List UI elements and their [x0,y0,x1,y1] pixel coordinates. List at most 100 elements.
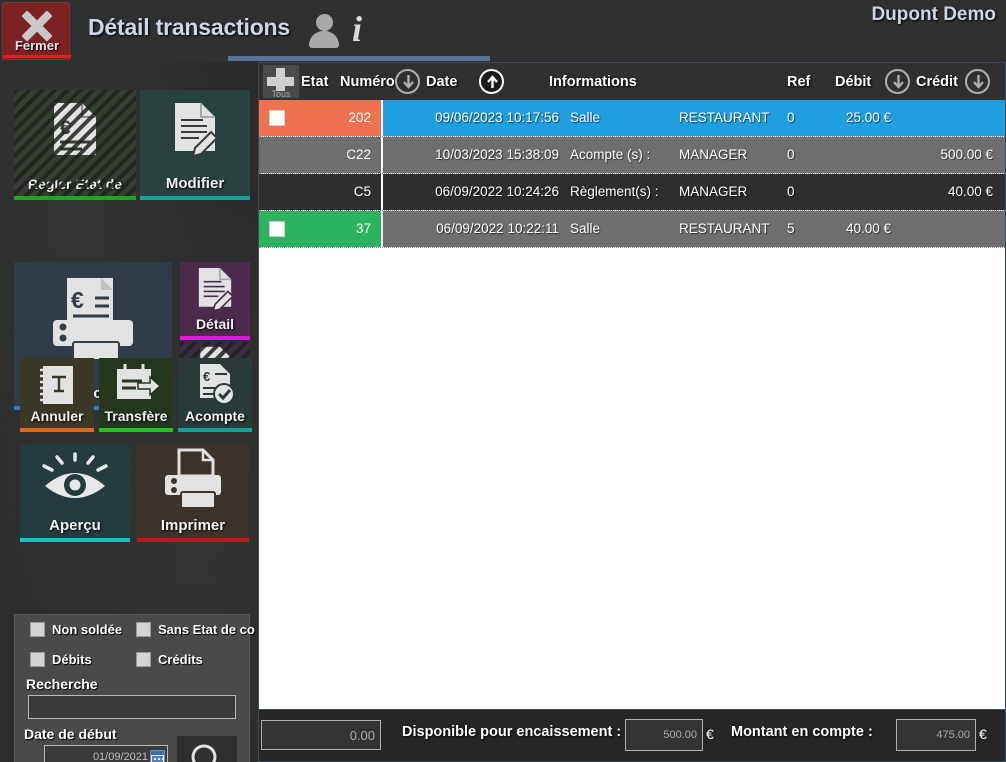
total-amount-box[interactable]: 0.00 [261,720,381,750]
table-row[interactable]: 37 06/09/2022 10:22:11 Salle RESTAURANT 5 40.… [259,211,1005,248]
magnifier-icon [177,742,237,762]
table-body: 202 09/06/2023 10:17:56 Salle RESTAURANT 0 25… [259,100,1005,709]
row-dest: MANAGER [679,184,748,199]
row-etat-cell[interactable]: 37 [259,211,381,247]
sidebar-tile-apercu[interactable]: Aperçu [20,444,130,542]
account-label: Montant en compte : [731,724,873,740]
sidebar-tile-transfere[interactable]: Transfère [99,358,173,432]
row-numero: C5 [353,184,371,199]
sort-date-arrow-up-icon[interactable] [479,69,504,94]
sidebar-tile-detail[interactable]: Détail [180,262,250,340]
close-button-accent [3,55,71,58]
sidebar-tile-label: Détail [195,316,235,332]
sidebar-tile-acompte[interactable]: € Acompte [178,358,252,432]
row-numero: 37 [355,221,371,236]
sidebar-tile-accent [14,196,136,200]
title-underline [228,56,490,61]
column-header-debit[interactable]: Débit [835,74,871,90]
close-x-icon [3,7,71,41]
row-infos: Acompte (s) : [570,147,651,162]
sort-debit-arrow-down-icon[interactable] [885,69,910,94]
select-all-button[interactable]: Tous [263,65,299,99]
svg-text:€: € [60,118,71,139]
checkbox-box[interactable] [136,622,151,637]
search-input[interactable] [28,695,236,719]
svg-text:€: € [203,369,210,384]
info-icon[interactable]: i [352,8,362,50]
available-amount-box[interactable]: 500.00 [625,719,703,751]
checkbox-debits[interactable]: Débits [30,652,92,667]
table-header: Tous Etat Numéro Date Informations Ref D… [259,63,1005,100]
account-amount-box[interactable]: 475.00 [896,719,976,751]
row-divider [381,211,383,247]
date-start-value: 01/09/2021 [92,750,148,762]
row-etat-cell[interactable]: C5 [259,174,381,210]
transfer-icon [99,358,173,410]
transactions-detail-window: Fermer Détail transactions i Dupont Demo… [0,0,1006,762]
row-divider [381,100,383,136]
row-ref: 5 [787,221,795,236]
checkbox-label: Crédits [158,652,203,667]
column-header-credit[interactable]: Crédit [916,74,958,90]
document-edit-icon [180,262,250,316]
row-checkbox[interactable] [269,110,285,126]
row-etat-cell[interactable]: C22 [259,137,381,173]
sidebar-tile-accent [99,428,173,432]
column-header-ref[interactable]: Ref [787,74,810,90]
checkbox-box[interactable] [136,652,151,667]
row-infos: Salle [570,110,601,125]
eye-icon [20,444,130,516]
table-row[interactable]: C22 10/03/2023 15:38:09 Acompte (s) : MANAG… [259,137,1005,174]
checkbox-credits[interactable]: Crédits [136,652,203,667]
account-amount-value: 475.00 [936,729,970,741]
date-start-label: Date de début [24,726,117,742]
sidebar-tile-label: Règler Etat de [27,176,123,192]
checkbox-non-soldee[interactable]: Non soldée [30,622,122,637]
action-sidebar: € Règler Etat de Modifier € Détail Annul… [0,62,258,762]
row-ref: 0 [787,110,795,125]
total-amount-value: 0.00 [349,727,375,743]
sidebar-tile-accent [20,428,94,432]
checkbox-box[interactable] [30,622,45,637]
document-edit-icon [140,90,250,168]
column-header-informations[interactable]: Informations [549,74,637,90]
sidebar-tile-label: Transfère [104,408,168,424]
user-icon[interactable] [307,12,341,50]
row-numero: 202 [348,110,371,125]
calendar-icon[interactable] [150,749,165,762]
close-button[interactable]: Fermer [2,2,71,60]
sidebar-tile-accent [137,538,249,542]
checkbox-box[interactable] [30,652,45,667]
table-row[interactable]: C5 06/09/2022 10:24:26 Règlement(s) : MANAG… [259,174,1005,211]
row-ref: 0 [787,184,795,199]
row-etat-cell[interactable]: 202 [259,100,381,136]
row-dest: RESTAURANT [679,110,770,125]
date-start-field[interactable]: 01/09/2021 [44,745,168,762]
checkbox-label: Non soldée [52,622,123,637]
row-checkbox[interactable] [269,221,285,237]
sort-numero-arrow-down-icon[interactable] [395,69,420,94]
sidebar-tile-accent [180,336,250,340]
sidebar-tile-regler-etat-de[interactable]: € Règler Etat de [14,90,136,200]
row-divider [381,137,383,173]
search-label: Recherche [26,676,98,692]
sidebar-tile-label: Annuler [30,408,84,424]
table-row[interactable]: 202 09/06/2023 10:17:56 Salle RESTAURANT 0 25… [259,100,1005,137]
checkbox-sans-etat-de-compte[interactable]: Sans Etat de co [136,622,255,637]
sidebar-tile-imprimer[interactable]: Imprimer [137,444,249,542]
printer-icon [137,444,249,516]
column-header-etat[interactable]: Etat [301,74,328,90]
filter-button[interactable]: Filtrer [177,736,237,762]
sidebar-tile-label: Aperçu [49,517,101,534]
sidebar-tile-annuler[interactable]: Annuler [20,358,94,432]
sort-credit-arrow-down-icon[interactable] [965,69,990,94]
row-credit: 40.00 € [947,184,993,199]
svg-text:€: € [71,287,84,313]
transactions-table: Tous Etat Numéro Date Informations Ref D… [258,62,1006,710]
sidebar-tile-modifier[interactable]: Modifier [140,90,250,200]
euro-check-icon: € [178,358,252,410]
column-header-date[interactable]: Date [426,74,457,90]
sidebar-tile-accent [20,538,130,542]
column-header-numero[interactable]: Numéro [340,74,395,90]
checkbox-label: Débits [52,652,92,667]
